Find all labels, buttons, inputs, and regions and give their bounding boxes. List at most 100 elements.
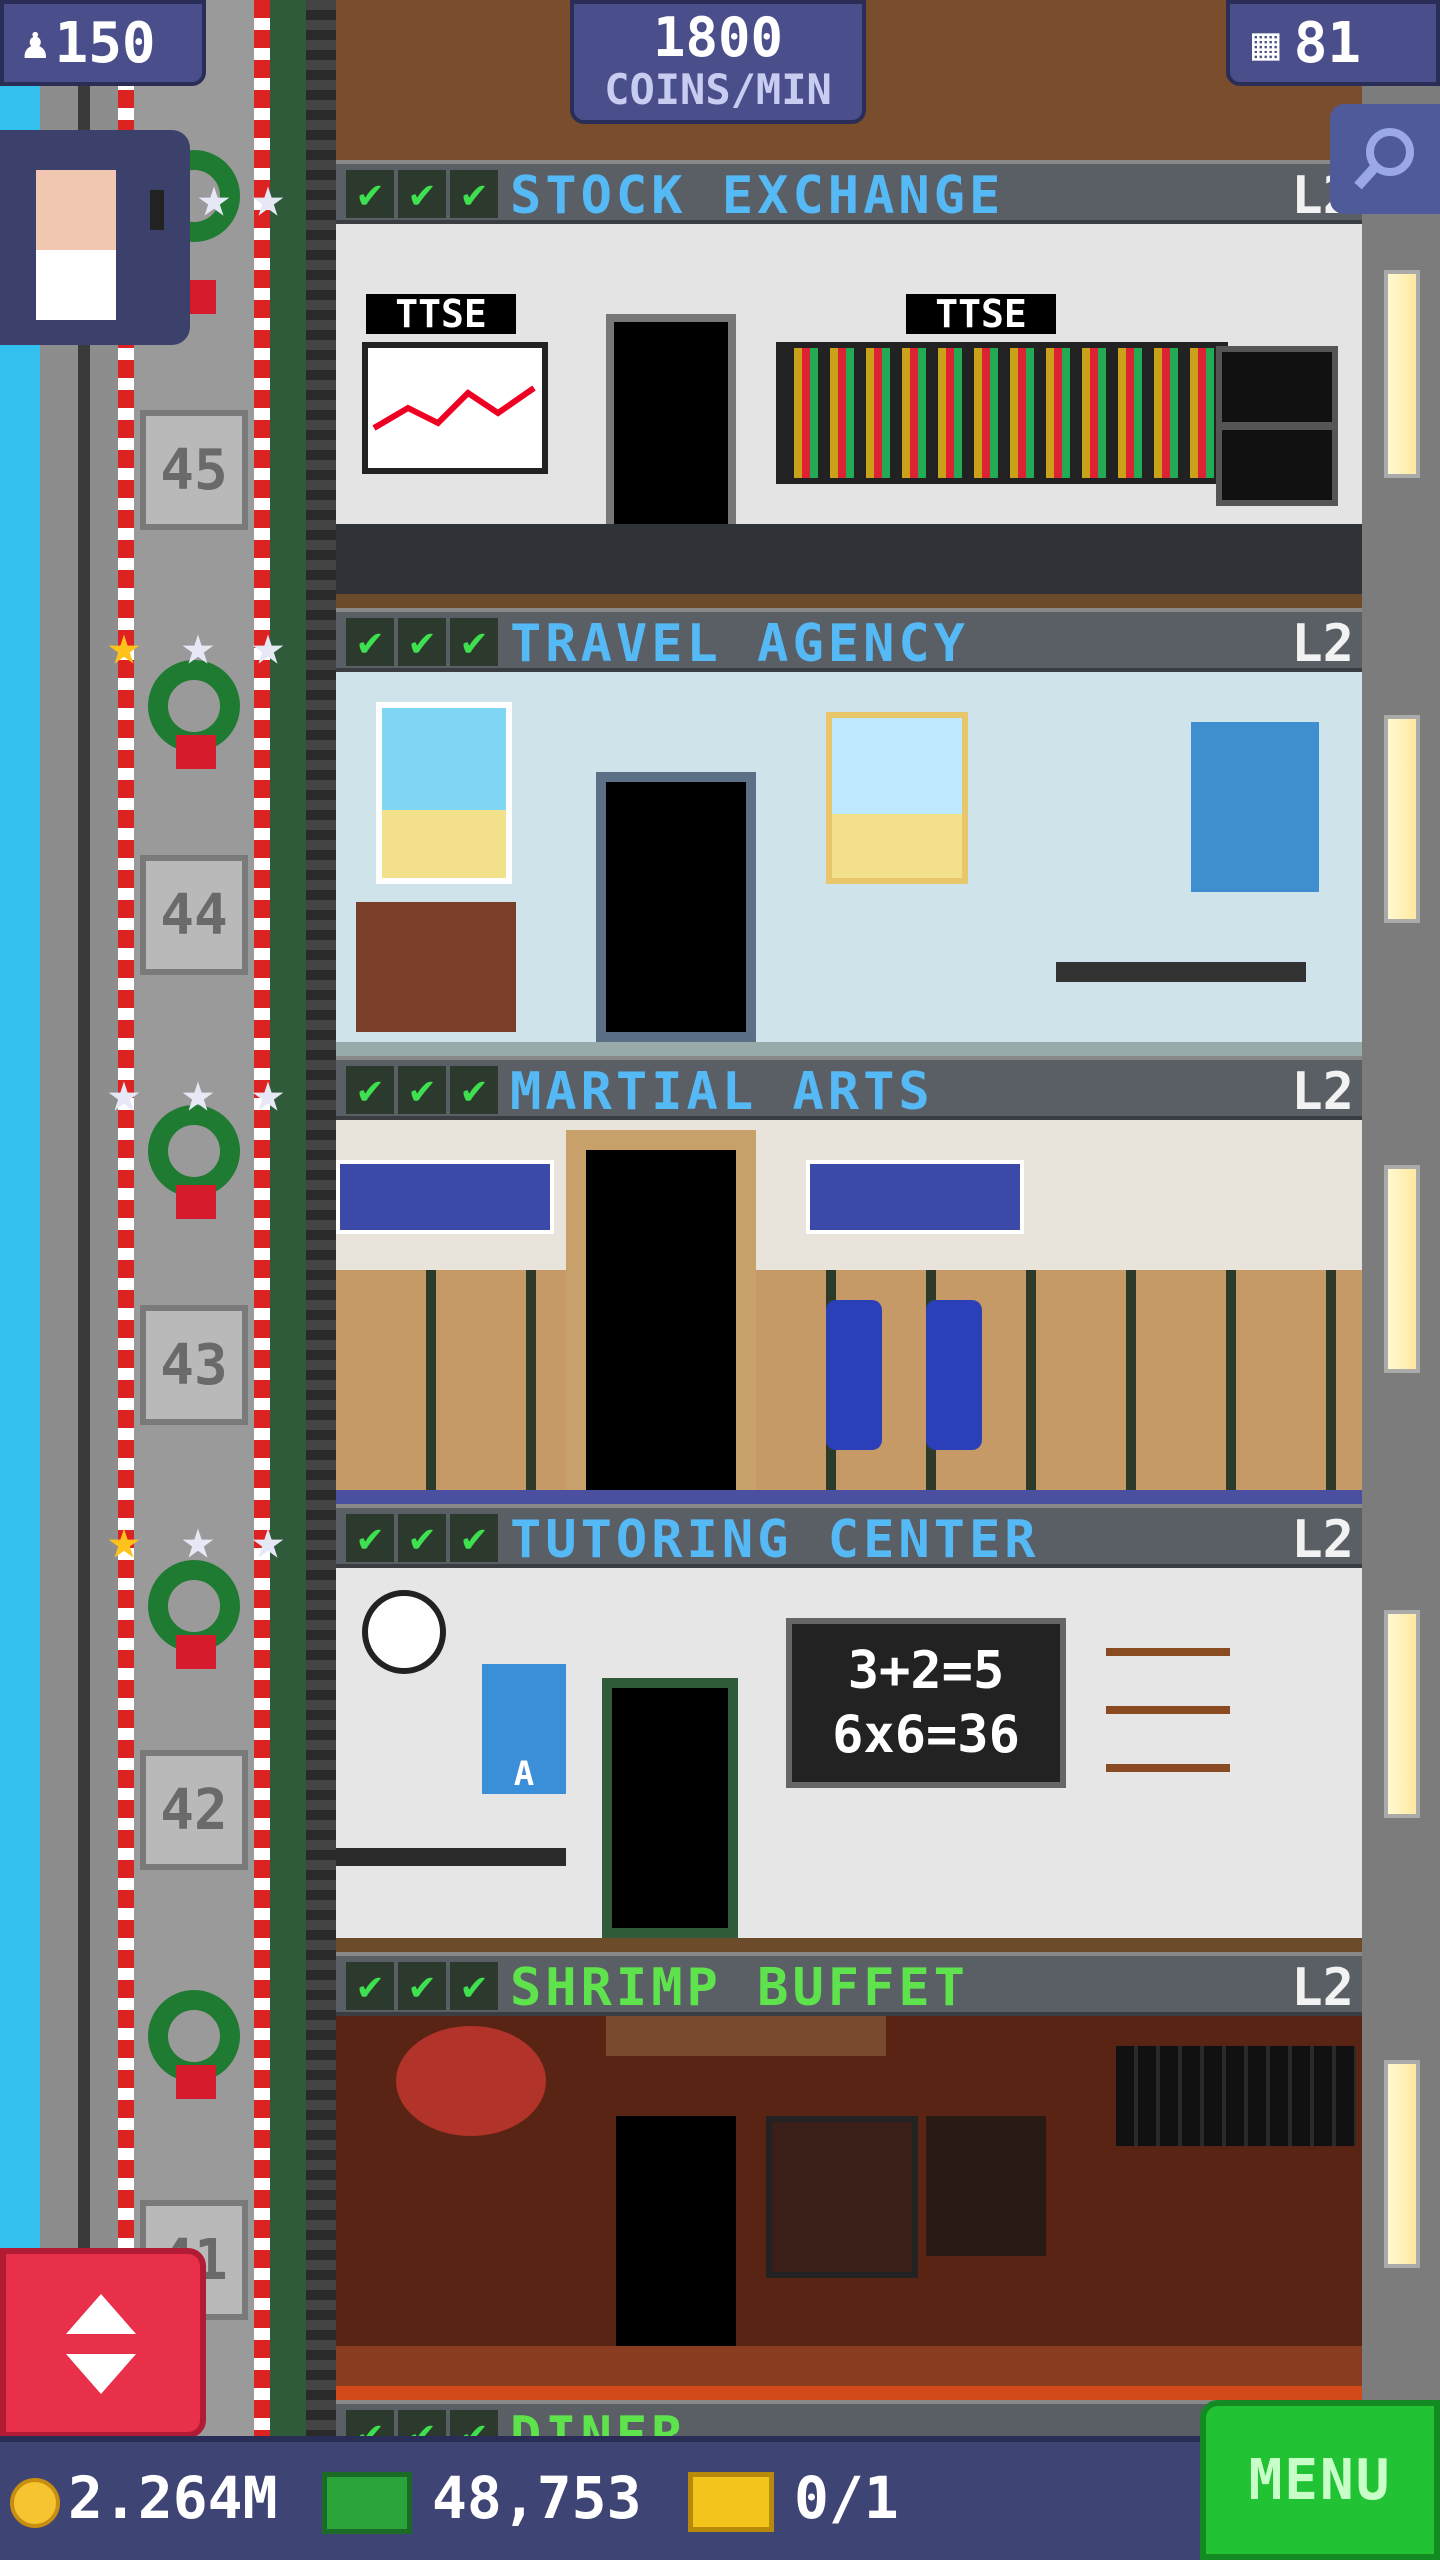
floor-name: SHRIMP BUFFET [510, 1958, 969, 2018]
plate-shelf [606, 2016, 886, 2056]
bux-value: 48,753 [432, 2464, 642, 2532]
floor-name: MARTIAL ARTS [510, 1062, 934, 1122]
floor-checks: ✔ ✔ ✔ [346, 1066, 498, 1114]
population-counter[interactable]: ♟ 150 [0, 0, 206, 86]
floor-stock-exchange[interactable]: ✔ ✔ ✔ STOCK EXCHANGE L2 TTSE TTSE [336, 160, 1362, 608]
elevator-button[interactable] [0, 2248, 206, 2438]
chalkboard-line: 6x6=36 [832, 1705, 1020, 1765]
check-icon: ✔ [450, 1514, 498, 1562]
check-icon: ✔ [346, 1962, 394, 2010]
doorway [602, 1678, 738, 1938]
population-value: 150 [54, 10, 156, 76]
window-light [1384, 715, 1420, 923]
floor-shrimp-buffet[interactable]: ✔ ✔ ✔ SHRIMP BUFFET L2 [336, 1952, 1362, 2400]
coin-rate-value: 1800 [652, 6, 784, 69]
doorway [596, 772, 756, 1042]
coin-rate-unit: COINS/MIN [604, 65, 832, 114]
ttse-sign: TTSE [366, 294, 516, 334]
brochure-shelf [356, 902, 516, 1032]
magnifier-icon [1354, 128, 1414, 190]
coin-icon [10, 2478, 60, 2528]
avatar[interactable] [0, 130, 190, 345]
star-icon: ★ [181, 613, 215, 678]
floor-base [336, 1938, 1362, 1952]
window-light [1384, 270, 1420, 478]
yellow-display [1216, 424, 1338, 506]
bottle-shelf [766, 2116, 918, 2278]
torii-doorway [566, 1130, 756, 1490]
floor-base [336, 594, 1362, 608]
window-light [1384, 1165, 1420, 1373]
apple-poster: A [482, 1664, 566, 1794]
cash-icon [322, 2472, 412, 2534]
beach-poster [376, 702, 512, 884]
floor-header: ✔ ✔ ✔ MARTIAL ARTS L2 [336, 1056, 1362, 1120]
elevator-floor-number: 44 [140, 855, 248, 975]
check-icon: ✔ [398, 170, 446, 218]
buffet-floor [336, 2346, 1362, 2386]
candy-cane-rail-left [118, 0, 134, 2440]
chalkboard: 3+2=5 6x6=36 [786, 1618, 1066, 1788]
floor-room [336, 2016, 1362, 2386]
floor-base [336, 2386, 1362, 2400]
floor-tutoring-center[interactable]: ✔ ✔ ✔ TUTORING CENTER L2 A 3+2=5 6x6=36 [336, 1504, 1362, 1952]
check-icon: ✔ [346, 618, 394, 666]
floor-name: TRAVEL AGENCY [510, 614, 969, 674]
floor-count-value: 81 [1293, 10, 1362, 76]
check-icon: ✔ [398, 618, 446, 666]
elevator-shaft-shadow [78, 0, 90, 2440]
bow-icon [176, 735, 216, 769]
dojo-banner [806, 1160, 1024, 1234]
check-icon: ✔ [450, 1066, 498, 1114]
stock-chart-screen [362, 342, 548, 474]
star-icon: ★ [251, 1060, 285, 1125]
check-icon: ✔ [450, 1962, 498, 2010]
floor-level: L2 [1291, 1062, 1354, 1122]
green-display [1216, 346, 1338, 428]
floor-room [336, 672, 1362, 1042]
check-icon: ✔ [450, 618, 498, 666]
dojo-banner [336, 1160, 554, 1234]
floor-name: STOCK EXCHANGE [510, 166, 1005, 226]
floor-travel-agency[interactable]: ✔ ✔ ✔ TRAVEL AGENCY L2 [336, 608, 1362, 1056]
floor-base [336, 1042, 1362, 1056]
floor-room: A 3+2=5 6x6=36 [336, 1568, 1362, 1938]
ttse-sign: TTSE [906, 294, 1056, 334]
bow-icon [176, 1635, 216, 1669]
punching-bag [826, 1300, 882, 1450]
porthole-door [926, 2116, 1046, 2256]
floor-room: TTSE TTSE [336, 224, 1362, 594]
menu-button[interactable]: MENU [1200, 2400, 1440, 2560]
star-icon: ★ [181, 1060, 215, 1125]
floor-martial-arts[interactable]: ✔ ✔ ✔ MARTIAL ARTS L2 [336, 1056, 1362, 1504]
floor-level: L2 [1291, 1510, 1354, 1570]
ticket-icon [688, 2472, 774, 2532]
search-button[interactable] [1330, 104, 1440, 214]
person-icon: ♟ [22, 17, 49, 69]
elevator-floor-number: 45 [140, 410, 248, 530]
star-icon: ★ [107, 1060, 141, 1125]
globe-poster [826, 712, 968, 884]
ticker-board [776, 342, 1228, 484]
shrimp-decoration [396, 2026, 546, 2136]
stock-chart-line [372, 385, 536, 431]
avatar-indicator [150, 190, 164, 230]
floor-header: ✔ ✔ ✔ TRAVEL AGENCY L2 [336, 608, 1362, 672]
check-icon: ✔ [346, 1514, 394, 1562]
avatar-face [36, 170, 116, 250]
star-icon: ★ [251, 165, 285, 230]
bow-icon [176, 2065, 216, 2099]
elevator-cable [306, 0, 336, 2440]
top-bar: ♟ 150 1800 COINS/MIN ▦ 81 [0, 0, 1440, 124]
floor-counter[interactable]: ▦ 81 [1226, 0, 1440, 86]
punching-bag [926, 1300, 982, 1450]
floor-checks: ✔ ✔ ✔ [346, 170, 498, 218]
chalkboard-line: 3+2=5 [847, 1641, 1005, 1701]
elevator-floor-number: 43 [140, 1305, 248, 1425]
bow-icon [176, 1185, 216, 1219]
menu-board [1116, 2046, 1356, 2146]
clock-icon [362, 1590, 446, 1674]
travel-desk [1056, 962, 1306, 982]
check-icon: ✔ [450, 170, 498, 218]
check-icon: ✔ [398, 1514, 446, 1562]
